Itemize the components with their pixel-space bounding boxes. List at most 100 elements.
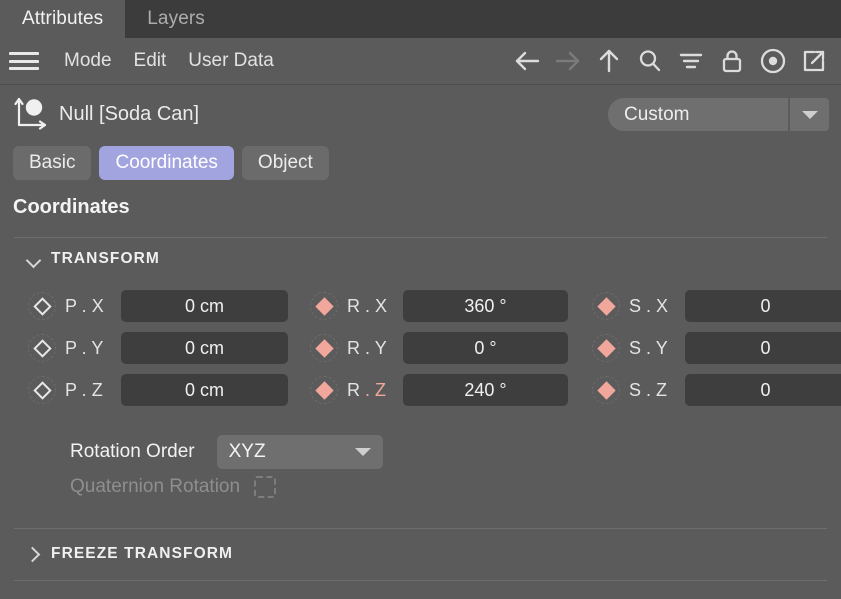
group-header-freeze-transform[interactable]: FREEZE TRANSFORM (26, 545, 233, 563)
keyframe-diamond-icon (315, 297, 333, 315)
tab-layers-label: Layers (147, 8, 205, 30)
keyframe-diamond-icon (597, 381, 615, 399)
menu-item-mode[interactable]: Mode (53, 50, 123, 72)
keyframe-toggle-position-y[interactable] (28, 334, 56, 362)
tab-object-label: Object (258, 152, 313, 174)
rotation-order-value: XYZ (229, 441, 266, 463)
chevron-down-icon (802, 111, 818, 119)
coordinate-system-dropdown[interactable]: Custom (608, 98, 829, 131)
tab-coordinates-label: Coordinates (115, 152, 217, 174)
divider-under-title (14, 237, 827, 238)
label-position-x: P . X (65, 296, 117, 317)
label-scale-x: S . X (629, 296, 681, 317)
field-group-position-z: P . Z 0 cm (28, 374, 288, 406)
keyframe-toggle-rotation-y[interactable] (310, 334, 338, 362)
input-rotation-y[interactable]: 0 ° (403, 332, 568, 364)
label-scale-y: S . Y (629, 338, 681, 359)
keyframe-diamond-icon (33, 297, 51, 315)
group-header-transform[interactable]: TRANSFORM (26, 250, 160, 268)
table-row: P . Z 0 cm R . Z 240 ° S . Z 0 (0, 374, 841, 416)
label-position-y: P . Y (65, 338, 117, 359)
open-external-icon[interactable] (795, 42, 833, 80)
field-group-rotation-y: R . Y 0 ° (310, 332, 568, 364)
input-scale-y[interactable]: 0 (685, 332, 841, 364)
search-icon[interactable] (631, 42, 669, 80)
tab-layers[interactable]: Layers (125, 0, 227, 38)
field-group-position-y: P . Y 0 cm (28, 332, 288, 364)
keyframe-toggle-position-z[interactable] (28, 376, 56, 404)
keyframe-diamond-icon (33, 381, 51, 399)
table-row: P . Y 0 cm R . Y 0 ° S . Y 0 (0, 332, 841, 374)
null-object-icon (11, 95, 49, 133)
quaternion-rotation-label: Quaternion Rotation (70, 476, 240, 498)
keyframe-diamond-icon (315, 381, 333, 399)
label-rotation-y: R . Y (347, 338, 399, 359)
field-group-scale-y: S . Y 0 (592, 332, 841, 364)
rotation-order-row: Rotation Order XYZ (70, 435, 383, 469)
transform-rows: P . X 0 cm R . X 360 ° S . X 0 (0, 290, 841, 416)
field-group-scale-z: S . Z 0 (592, 374, 841, 406)
tab-attributes-label: Attributes (22, 8, 103, 30)
label-rotation-z: R . Z (347, 380, 399, 401)
label-rotation-x: R . X (347, 296, 399, 317)
keyframe-toggle-scale-z[interactable] (592, 376, 620, 404)
chevron-down-icon (355, 448, 371, 456)
input-position-x[interactable]: 0 cm (121, 290, 288, 322)
tab-basic[interactable]: Basic (13, 146, 91, 180)
input-rotation-x[interactable]: 360 ° (403, 290, 568, 322)
panel-tab-strip: Attributes Layers (0, 0, 841, 38)
label-scale-z: S . Z (629, 380, 681, 401)
chevron-right-icon (26, 547, 40, 561)
attribute-tab-group: Basic Coordinates Object (13, 146, 329, 180)
target-record-icon[interactable] (754, 42, 792, 80)
keyframe-toggle-scale-y[interactable] (592, 334, 620, 362)
input-position-y[interactable]: 0 cm (121, 332, 288, 364)
input-scale-x[interactable]: 0 (685, 290, 841, 322)
menu-item-user-data[interactable]: User Data (177, 50, 285, 72)
divider-above-freeze-transform (14, 528, 827, 529)
chevron-down-icon (26, 252, 40, 266)
quaternion-rotation-row: Quaternion Rotation (70, 476, 276, 498)
tab-attributes[interactable]: Attributes (0, 0, 125, 38)
attributes-panel: Attributes Layers Mode Edit User Data (0, 0, 841, 599)
rotation-order-dropdown[interactable]: XYZ (217, 435, 383, 469)
lock-icon[interactable] (713, 42, 751, 80)
keyframe-toggle-rotation-z[interactable] (310, 376, 338, 404)
divider-below-freeze-transform (14, 580, 827, 581)
forward-arrow-icon[interactable] (549, 42, 587, 80)
up-arrow-icon[interactable] (590, 42, 628, 80)
coordinate-system-chevron-button[interactable] (788, 98, 829, 131)
input-rotation-z[interactable]: 240 ° (403, 374, 568, 406)
group-header-freeze-transform-label: FREEZE TRANSFORM (51, 545, 233, 563)
tab-coordinates[interactable]: Coordinates (99, 146, 233, 180)
keyframe-toggle-position-x[interactable] (28, 292, 56, 320)
menu-bar: Mode Edit User Data (0, 38, 841, 85)
table-row: P . X 0 cm R . X 360 ° S . X 0 (0, 290, 841, 332)
label-position-z: P . Z (65, 380, 117, 401)
object-name: Null [Soda Can] (59, 103, 199, 126)
toolbar-icons (508, 42, 833, 80)
group-header-transform-label: TRANSFORM (51, 250, 160, 268)
coordinate-system-value: Custom (608, 98, 788, 131)
tab-basic-label: Basic (29, 152, 75, 174)
keyframe-toggle-rotation-x[interactable] (310, 292, 338, 320)
field-group-scale-x: S . X 0 (592, 290, 841, 322)
keyframe-diamond-icon (33, 339, 51, 357)
field-group-rotation-z: R . Z 240 ° (310, 374, 568, 406)
hamburger-menu-icon[interactable] (9, 50, 39, 72)
field-group-position-x: P . X 0 cm (28, 290, 288, 322)
back-arrow-icon[interactable] (508, 42, 546, 80)
filter-icon[interactable] (672, 42, 710, 80)
keyframe-diamond-icon (597, 339, 615, 357)
input-scale-z[interactable]: 0 (685, 374, 841, 406)
menu-item-edit[interactable]: Edit (123, 50, 178, 72)
field-group-rotation-x: R . X 360 ° (310, 290, 568, 322)
keyframe-diamond-icon (315, 339, 333, 357)
tab-object[interactable]: Object (242, 146, 329, 180)
page-title: Coordinates (13, 196, 130, 219)
rotation-order-label: Rotation Order (70, 441, 195, 463)
keyframe-toggle-scale-x[interactable] (592, 292, 620, 320)
input-position-z[interactable]: 0 cm (121, 374, 288, 406)
quaternion-rotation-checkbox[interactable] (254, 476, 276, 498)
keyframe-diamond-icon (597, 297, 615, 315)
